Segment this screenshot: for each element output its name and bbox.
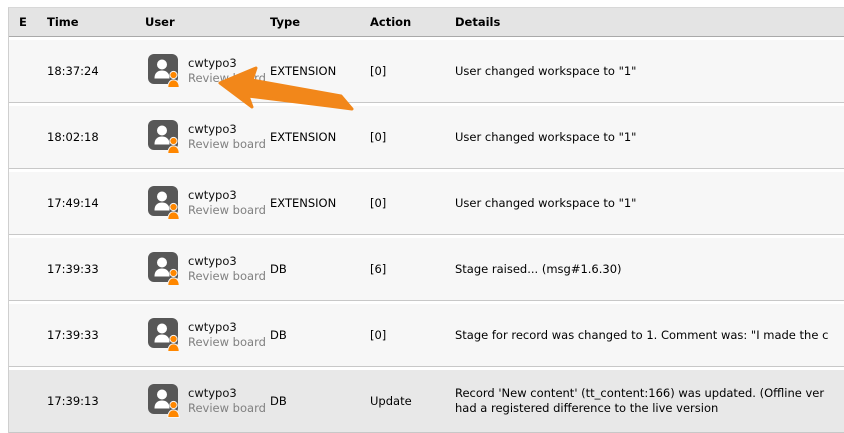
time-cell: 18:02:18	[47, 106, 145, 168]
details-cell: User changed workspace to "1"	[455, 172, 844, 234]
time-cell: 17:39:33	[47, 238, 145, 300]
type-cell: DB	[270, 238, 370, 300]
workspace-user-icon	[147, 383, 181, 419]
action-cell: [0]	[370, 106, 455, 168]
user-realname: Review board	[188, 137, 252, 152]
user-realname: Review board	[188, 203, 252, 218]
details-line: User changed workspace to "1"	[455, 64, 636, 79]
user-cell: cwtypo3Review board	[145, 172, 270, 234]
user-cell: cwtypo3Review board	[145, 304, 270, 366]
action-cell: Update	[370, 370, 455, 432]
table-body: 18:37:24cwtypo3Review boardEXTENSION[0]U…	[9, 40, 844, 433]
log-row: 18:02:18 cwtypo3Review board EXTENSION[0]U…	[9, 106, 844, 169]
workspace-user-icon	[147, 251, 181, 287]
user-icon-wrap	[147, 119, 181, 155]
error-cell	[9, 370, 47, 432]
error-cell	[9, 172, 47, 234]
details-cell: User changed workspace to "1"	[455, 40, 844, 102]
username: cwtypo3	[188, 188, 252, 203]
workspace-user-icon	[147, 119, 181, 155]
details-cell: User changed workspace to "1"	[455, 106, 844, 168]
type-cell: EXTENSION	[270, 106, 370, 168]
user-icon-wrap	[147, 251, 181, 287]
username: cwtypo3	[188, 122, 252, 137]
action-cell: [0]	[370, 172, 455, 234]
action-cell: [6]	[370, 238, 455, 300]
user-text: cwtypo3Review board	[188, 188, 252, 218]
type-cell: DB	[270, 370, 370, 432]
log-row: 18:37:24 cwtypo3Review board EXTENSION[0]U…	[9, 40, 844, 103]
type-cell: DB	[270, 304, 370, 366]
workspace-user-icon	[147, 317, 181, 353]
column-header-user: User	[145, 8, 270, 36]
time-cell: 17:49:14	[47, 172, 145, 234]
details-cell: Record 'New content' (tt_content:166) wa…	[455, 370, 844, 432]
workspace-user-icon	[147, 185, 181, 221]
column-header-time: Time	[47, 8, 145, 36]
action-cell: [0]	[370, 304, 455, 366]
details-cell: Stage raised... (msg#1.6.30)	[455, 238, 844, 300]
user-realname: Review board	[188, 335, 252, 350]
user-cell: cwtypo3Review board	[145, 106, 270, 168]
user-text: cwtypo3Review board	[188, 386, 252, 416]
column-header-action: Action	[370, 8, 455, 36]
log-row: 17:39:33 cwtypo3Review board DB[6]Stage ra…	[9, 238, 844, 301]
workspace-user-icon	[147, 53, 181, 89]
log-table: ETimeUserTypeActionDetails 18:37:24 cwtyp…	[8, 7, 844, 433]
time-cell: 17:39:33	[47, 304, 145, 366]
details-line: had a registered difference to the live …	[455, 401, 718, 416]
details-line: Stage for record was changed to 1. Comme…	[455, 328, 828, 343]
user-realname: Review board	[188, 269, 252, 284]
log-view: { "annotation": { "arrow_color": "#F2871…	[0, 0, 844, 408]
column-header-details: Details	[455, 8, 844, 36]
column-header-e: E	[9, 8, 47, 36]
log-row: 17:39:13 cwtypo3Review board DBUpdateRecor…	[9, 370, 844, 433]
username: cwtypo3	[188, 320, 252, 335]
user-realname: Review board	[188, 401, 252, 416]
details-line: User changed workspace to "1"	[455, 130, 636, 145]
username: cwtypo3	[188, 254, 252, 269]
user-icon-wrap	[147, 383, 181, 419]
column-header-type: Type	[270, 8, 370, 36]
user-cell: cwtypo3Review board	[145, 40, 270, 102]
details-cell: Stage for record was changed to 1. Comme…	[455, 304, 844, 366]
error-cell	[9, 40, 47, 102]
error-cell	[9, 238, 47, 300]
log-row: 17:39:33 cwtypo3Review board DB[0]Stage fo…	[9, 304, 844, 367]
user-icon-wrap	[147, 317, 181, 353]
type-cell: EXTENSION	[270, 40, 370, 102]
time-cell: 18:37:24	[47, 40, 145, 102]
action-cell: [0]	[370, 40, 455, 102]
username: cwtypo3	[188, 56, 252, 71]
username: cwtypo3	[188, 386, 252, 401]
details-line: User changed workspace to "1"	[455, 196, 636, 211]
user-icon-wrap	[147, 185, 181, 221]
user-cell: cwtypo3Review board	[145, 370, 270, 432]
details-line: Record 'New content' (tt_content:166) wa…	[455, 386, 824, 401]
log-row: 17:49:14 cwtypo3Review board EXTENSION[0]U…	[9, 172, 844, 235]
error-cell	[9, 304, 47, 366]
table-header: ETimeUserTypeActionDetails	[9, 8, 844, 37]
user-cell: cwtypo3Review board	[145, 238, 270, 300]
user-text: cwtypo3Review board	[188, 122, 252, 152]
user-realname: Review board	[188, 71, 252, 86]
time-cell: 17:39:13	[47, 370, 145, 432]
user-text: cwtypo3Review board	[188, 56, 252, 86]
type-cell: EXTENSION	[270, 172, 370, 234]
details-line: Stage raised... (msg#1.6.30)	[455, 262, 622, 277]
error-cell	[9, 106, 47, 168]
user-text: cwtypo3Review board	[188, 254, 252, 284]
user-text: cwtypo3Review board	[188, 320, 252, 350]
user-icon-wrap	[147, 53, 181, 89]
